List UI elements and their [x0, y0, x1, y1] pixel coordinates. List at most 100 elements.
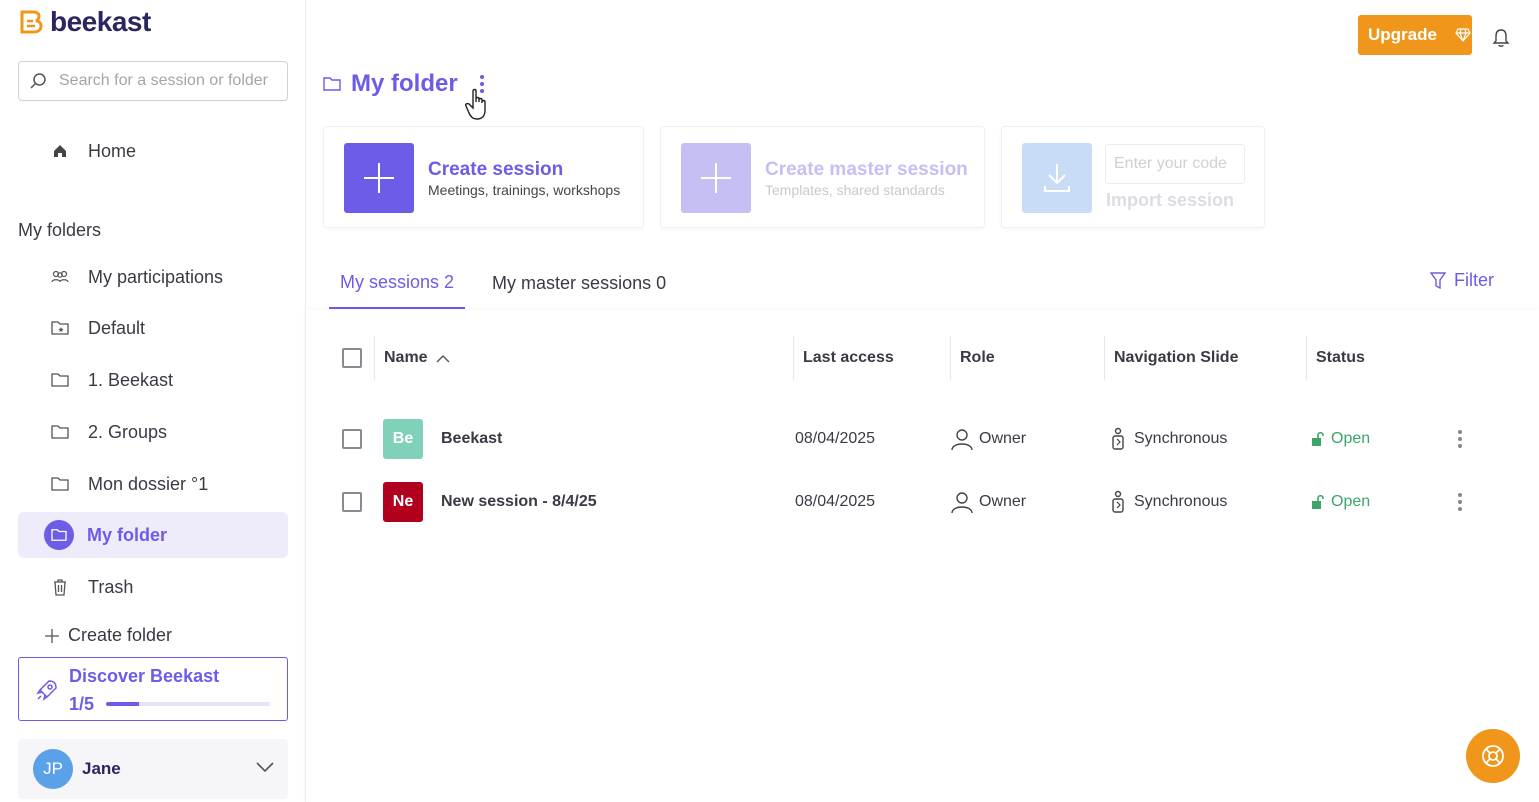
- column-header-name[interactable]: Name: [384, 336, 450, 380]
- session-status[interactable]: Open: [1311, 477, 1370, 527]
- sidebar-item-trash[interactable]: Trash: [18, 564, 288, 610]
- row-options-button[interactable]: [1454, 426, 1466, 452]
- filter-label: Filter: [1454, 270, 1494, 290]
- sidebar-item-label: Home: [88, 140, 137, 161]
- tab-bar: My sessions 2 My master sessions 0: [329, 258, 693, 309]
- upgrade-button[interactable]: Upgrade: [1358, 15, 1472, 55]
- folder-icon: [51, 423, 69, 441]
- folder-icon: [51, 371, 69, 389]
- folder-star-icon: [51, 319, 69, 337]
- logo-text: beekast: [50, 6, 151, 37]
- session-avatar: Be: [383, 419, 423, 459]
- select-all-checkbox[interactable]: [342, 348, 362, 368]
- import-session-card: Import session: [1001, 126, 1265, 228]
- discover-title: Discover Beekast: [69, 666, 220, 686]
- unlock-icon: [1312, 431, 1324, 446]
- user-menu[interactable]: JP Jane: [18, 739, 288, 799]
- column-name-label: Name: [384, 349, 428, 366]
- sidebar-item-label: My participations: [88, 266, 224, 287]
- sidebar-item-2-groups[interactable]: 2. Groups: [18, 409, 288, 455]
- main-content: Upgrade My folder Create session Meeting…: [306, 0, 1539, 802]
- sidebar-item-mon-dossier[interactable]: Mon dossier °1: [18, 461, 288, 507]
- table-row[interactable]: Be Beekast 08/04/2025 Owner Synchronous …: [329, 414, 1509, 464]
- search-box[interactable]: [18, 61, 288, 101]
- create-folder-label: Create folder: [68, 625, 173, 645]
- avatar: JP: [33, 749, 73, 789]
- create-session-title: Create session: [428, 159, 564, 180]
- search-icon: [30, 73, 46, 89]
- table-header: Name Last access Role Navigation Slide S…: [329, 336, 1509, 380]
- row-options-button[interactable]: [1454, 489, 1466, 515]
- sort-ascending-icon: [436, 354, 450, 362]
- create-folder-button[interactable]: Create folder: [44, 625, 172, 646]
- sidebar-item-my-participations[interactable]: My participations: [18, 254, 288, 300]
- chevron-down-icon: [256, 762, 274, 773]
- row-checkbox[interactable]: [342, 429, 362, 449]
- sidebar-item-label: Default: [88, 317, 146, 338]
- session-status[interactable]: Open: [1311, 414, 1370, 464]
- session-name[interactable]: New session - 8/4/25: [441, 493, 597, 511]
- discover-progress-fill: [106, 702, 139, 706]
- create-master-title: Create master session: [765, 159, 968, 180]
- create-session-card[interactable]: Create session Meetings, trainings, work…: [323, 126, 644, 228]
- sidebar-item-1-beekast[interactable]: 1. Beekast: [18, 357, 288, 403]
- plus-icon: [45, 628, 59, 643]
- sidebar-item-default[interactable]: Default: [18, 305, 288, 351]
- column-header-status[interactable]: Status: [1316, 336, 1365, 380]
- create-session-subtitle: Meetings, trainings, workshops: [428, 182, 621, 198]
- search-input[interactable]: [59, 72, 284, 90]
- session-navigation-slide: Synchronous: [1134, 430, 1228, 447]
- trash-icon: [51, 578, 69, 596]
- logo[interactable]: beekast: [18, 6, 151, 38]
- session-last-access: 08/04/2025: [795, 493, 876, 510]
- sidebar-item-label: Mon dossier °1: [88, 473, 209, 494]
- lifebuoy-icon: [1482, 745, 1504, 767]
- session-role: Owner: [979, 493, 1027, 510]
- tab-my-master-sessions[interactable]: My master sessions 0: [481, 258, 677, 309]
- filter-icon: [1430, 271, 1446, 289]
- column-header-last-access[interactable]: Last access: [803, 336, 894, 380]
- table-row[interactable]: Ne New session - 8/4/25 08/04/2025 Owner…: [329, 477, 1509, 527]
- unlock-icon: [1312, 494, 1324, 509]
- session-role: Owner: [979, 430, 1027, 447]
- import-code-input[interactable]: [1105, 144, 1245, 184]
- import-tile: [1022, 143, 1092, 213]
- plus-icon: [364, 163, 394, 193]
- home-icon: [51, 142, 69, 160]
- sidebar-item-label: Trash: [88, 576, 134, 597]
- column-header-navigation-slide[interactable]: Navigation Slide: [1114, 336, 1238, 380]
- create-session-tile: [344, 143, 414, 213]
- discover-beekast-widget[interactable]: Discover Beekast 1/5: [18, 657, 288, 721]
- sidebar-item-home[interactable]: Home: [18, 128, 288, 174]
- help-button[interactable]: [1466, 729, 1520, 783]
- hand-cursor-icon: [465, 88, 486, 120]
- session-status-text: Open: [1331, 430, 1371, 447]
- create-master-tile: [681, 143, 751, 213]
- page-title: My folder: [323, 70, 488, 98]
- plus-icon: [701, 163, 731, 193]
- sidebar-item-label: 1. Beekast: [88, 369, 174, 390]
- session-navigation-slide: Synchronous: [1134, 493, 1228, 510]
- sidebar: beekast Home My folders My participation…: [0, 0, 306, 802]
- session-avatar: Ne: [383, 482, 423, 522]
- rocket-icon: [36, 680, 57, 701]
- row-checkbox[interactable]: [342, 492, 362, 512]
- user-icon: [951, 492, 973, 514]
- folder-icon: [51, 475, 69, 493]
- download-icon: [1044, 164, 1070, 192]
- discover-progress-bar: [106, 702, 270, 706]
- sidebar-item-my-folder[interactable]: My folder: [18, 512, 288, 558]
- session-name[interactable]: Beekast: [441, 430, 502, 448]
- tab-my-sessions[interactable]: My sessions 2: [329, 258, 466, 309]
- bell-icon[interactable]: [1492, 28, 1510, 48]
- import-session-button[interactable]: Import session: [1106, 190, 1234, 211]
- participants-icon: [51, 268, 69, 286]
- sessions-table: Name Last access Role Navigation Slide S…: [306, 310, 1539, 802]
- create-master-session-card[interactable]: Create master session Templates, shared …: [660, 126, 985, 228]
- create-master-subtitle: Templates, shared standards: [765, 182, 945, 198]
- sidebar-item-label: 2. Groups: [88, 421, 168, 442]
- folder-title-text: My folder: [351, 70, 458, 97]
- column-header-role[interactable]: Role: [960, 336, 995, 380]
- filter-button[interactable]: Filter: [1430, 270, 1494, 291]
- synchronous-icon: [1112, 490, 1124, 513]
